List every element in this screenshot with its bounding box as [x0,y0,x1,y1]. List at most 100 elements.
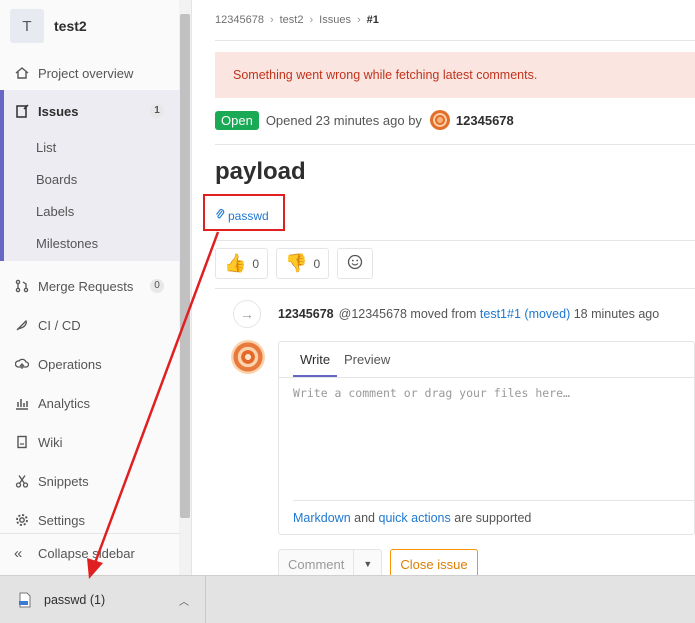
merge-requests-count-badge: 0 [150,279,164,293]
divider [293,500,695,501]
quick-actions-link[interactable]: quick actions [379,511,451,525]
scissors-icon [14,473,30,489]
file-icon [18,592,32,608]
arrow-right-icon: → [233,300,261,328]
sidebar-item-label: Issues [38,103,79,119]
chevron-right-icon: › [309,14,314,26]
tab-write[interactable]: Write [300,352,330,367]
sidebar-item-label: Settings [38,512,85,528]
chevron-up-icon[interactable]: ︿ [179,593,189,608]
download-item[interactable]: passwd (1) ︿ [0,576,206,623]
error-alert: Something went wrong while fetching late… [215,52,695,98]
book-icon [14,434,30,450]
divider [215,240,695,241]
chevron-right-icon: › [269,14,274,26]
sidebar-subitem-list[interactable]: List [36,140,56,155]
system-note: → 12345678 @12345678 moved from test1#1 … [233,300,659,328]
error-alert-text: Something went wrong while fetching late… [233,68,538,82]
download-filename: passwd (1) [44,593,106,607]
breadcrumb-issues[interactable]: Issues [319,14,351,26]
sidebar-item-merge-requests[interactable]: Merge Requests 0 [0,271,180,301]
sidebar-item-wiki[interactable]: Wiki [0,427,180,457]
markdown-link[interactable]: Markdown [293,511,351,525]
author-avatar[interactable] [429,110,450,130]
breadcrumb: 12345678 › test2 › Issues › #1 [215,14,379,26]
home-icon [14,65,30,81]
thumbs-up-count: 0 [252,256,260,271]
moved-from-link[interactable]: test1#1 [480,307,521,321]
note-author[interactable]: 12345678 [278,307,334,321]
sidebar-scroll-thumb[interactable] [180,14,190,518]
breadcrumb-current[interactable]: #1 [367,14,379,26]
note-handle[interactable]: @12345678 [339,307,407,321]
sidebar-item-analytics[interactable]: Analytics [0,388,180,418]
sidebar-item-project-overview[interactable]: Project overview [0,58,180,88]
opened-text: Opened 23 minutes ago by [265,112,422,128]
merge-request-icon [14,278,30,294]
divider [215,144,695,145]
sidebar-item-label: Operations [38,356,102,372]
add-reaction-button[interactable] [337,248,374,279]
thumbs-down-button[interactable]: 👎 0 [276,248,330,279]
award-emoji-row: 👍 0 👎 0 [215,248,374,279]
note-text: moved from [410,307,477,321]
comment-textarea[interactable]: Write a comment or drag your files here… [293,386,695,500]
divider [215,288,695,289]
close-issue-label: Close issue [400,556,468,572]
sidebar: T test2 Project overview Issues 1 List B… [0,0,192,575]
comment-button-label: Comment [288,556,345,572]
and-text: and [354,511,376,525]
status-badge: Open [215,110,259,130]
active-tab-indicator [293,375,337,377]
gear-icon [14,512,30,528]
smiley-icon [347,254,363,273]
breadcrumb-namespace[interactable]: 12345678 [215,14,264,26]
sidebar-item-label: Snippets [38,473,89,489]
thumbs-down-count: 0 [313,256,321,271]
breadcrumb-project[interactable]: test2 [280,14,304,26]
issue-status-row: Open Opened 23 minutes ago by 12345678 [215,110,514,130]
paperclip-icon [215,208,225,223]
collapse-sidebar-label: Collapse sidebar [38,546,135,561]
current-user-avatar[interactable] [231,340,265,374]
collapse-sidebar-button[interactable]: « Collapse sidebar [0,533,180,573]
sidebar-item-snippets[interactable]: Snippets [0,466,180,496]
sidebar-item-ci-cd[interactable]: CI / CD [0,310,180,340]
thumbs-up-button[interactable]: 👍 0 [215,248,269,279]
sidebar-subitem-boards[interactable]: Boards [36,172,77,187]
sidebar-item-label: CI / CD [38,317,81,333]
project-name[interactable]: test2 [54,18,87,34]
double-chevron-left-icon: « [14,545,23,562]
note-time: 18 minutes ago [573,307,660,321]
cloud-icon [14,356,30,372]
sidebar-item-label: Wiki [38,434,63,450]
author-name[interactable]: 12345678 [456,113,514,128]
download-bar: passwd (1) ︿ [0,575,695,623]
thumbs-down-icon: 👎 [285,253,308,273]
chart-icon [14,395,30,411]
comment-tabs: Write Preview [279,342,695,378]
sidebar-subitem-milestones[interactable]: Milestones [36,236,98,251]
divider [215,40,695,41]
comment-form: Write Preview Write a comment or drag yo… [278,341,695,535]
tab-preview[interactable]: Preview [344,352,390,367]
sidebar-item-label: Project overview [38,65,134,81]
sidebar-item-operations[interactable]: Operations [0,349,180,379]
issues-icon [14,103,30,119]
issue-title: payload [215,158,306,185]
attachment-filename[interactable]: passwd [228,209,269,223]
main-content: 12345678 › test2 › Issues › #1 Something… [193,0,695,579]
moved-label[interactable]: (moved) [524,307,570,321]
sidebar-item-settings[interactable]: Settings [0,505,180,535]
attachment-link[interactable]: passwd [215,208,269,223]
chevron-right-icon: › [356,14,361,26]
sidebar-scrollbar[interactable] [179,0,191,575]
issues-count-badge: 1 [150,104,164,118]
project-avatar: T [10,9,44,43]
project-header[interactable]: T test2 [10,8,87,44]
sidebar-item-label: Merge Requests [38,278,134,294]
sidebar-item-issues[interactable]: Issues 1 [0,96,180,126]
sidebar-subitem-labels[interactable]: Labels [36,204,74,219]
markdown-help: Markdown and quick actions are supported [293,511,531,525]
sidebar-item-label: Analytics [38,395,91,411]
